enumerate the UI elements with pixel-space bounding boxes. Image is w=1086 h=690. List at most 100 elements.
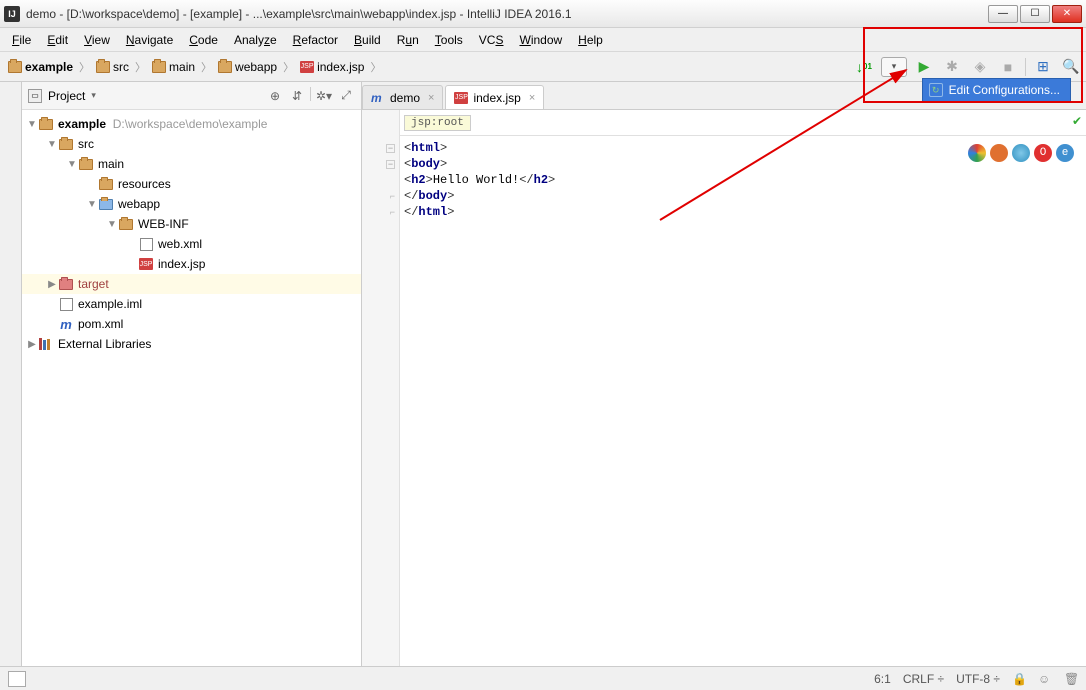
minimize-button[interactable]: — (988, 5, 1018, 23)
folder-icon (96, 61, 110, 73)
tree-node-target[interactable]: ▶target (22, 274, 361, 294)
close-tab-icon[interactable]: × (428, 92, 434, 104)
search-everywhere-icon[interactable]: 🔍 (1060, 56, 1082, 78)
tree-node-pomxml[interactable]: mpom.xml (22, 314, 361, 334)
left-tool-strip[interactable] (0, 82, 22, 666)
editor-body[interactable]: ✔ − − ⌐ ⌐ jsp:root <html> <body> <h2>Hel… (362, 110, 1086, 666)
tree-node-external-libraries[interactable]: ▶External Libraries (22, 334, 361, 354)
menu-build[interactable]: Build (348, 31, 387, 49)
scroll-to-source-icon[interactable]: ⊕ (266, 87, 284, 105)
debug-button[interactable]: ✱ (941, 56, 963, 78)
firefox-icon[interactable] (990, 144, 1008, 162)
module-folder-icon (39, 119, 53, 130)
safari-icon[interactable] (1012, 144, 1030, 162)
inspection-icon[interactable]: ☺ (1038, 672, 1052, 686)
window-title: demo - [D:\workspace\demo] - [example] -… (26, 7, 988, 21)
project-label: Project (48, 89, 85, 103)
caret-line-highlight (400, 236, 1086, 252)
edit-configurations-item[interactable]: ↻ Edit Configurations... (922, 78, 1071, 102)
window-controls: — ☐ ✕ (988, 5, 1082, 23)
tree-node-webxml[interactable]: web.xml (22, 234, 361, 254)
chevron-right-icon: 〉 (201, 59, 212, 75)
project-view-icon[interactable]: ▭ (28, 89, 42, 103)
lock-icon[interactable]: 🔒 (1012, 672, 1026, 686)
menu-window[interactable]: Window (513, 31, 568, 49)
work-area: ▭ Project ▾ ⊕ ⇵ ✲▾ ⤢ ▼example D:\workspa… (0, 82, 1086, 666)
breadcrumb-indexjsp[interactable]: JSPindex.jsp (296, 58, 368, 76)
xml-file-icon (140, 238, 153, 251)
run-button[interactable]: ▶ (913, 56, 935, 78)
tree-node-src[interactable]: ▼src (22, 134, 361, 154)
run-toolbar: ↓01 ▾ ▶ ✱ ◈ ■ ⊞ 🔍 (853, 56, 1082, 78)
jsp-file-icon: JSP (454, 92, 468, 104)
tree-node-resources[interactable]: resources (22, 174, 361, 194)
chrome-icon[interactable] (968, 144, 986, 162)
chevron-down-icon[interactable]: ▾ (91, 90, 96, 101)
make-project-icon[interactable]: ↓01 (853, 56, 875, 78)
editor-panel: mdemo× JSPindex.jsp× ✔ − − ⌐ ⌐ jsp:root … (362, 82, 1086, 666)
editor-code[interactable]: jsp:root <html> <body> <h2>Hello World!<… (400, 110, 1086, 666)
chevron-right-icon: 〉 (79, 59, 90, 75)
coverage-button[interactable]: ◈ (969, 56, 991, 78)
menu-navigate[interactable]: Navigate (120, 31, 179, 49)
status-position[interactable]: 6:1 (874, 672, 891, 686)
menu-file[interactable]: File (6, 31, 37, 49)
tree-node-main[interactable]: ▼main (22, 154, 361, 174)
tree-node-indexjsp[interactable]: JSPindex.jsp (22, 254, 361, 274)
menu-view[interactable]: View (78, 31, 116, 49)
tree-node-example[interactable]: ▼example D:\workspace\demo\example (22, 114, 361, 134)
edit-configurations-label: Edit Configurations... (949, 83, 1060, 97)
inspection-ok-icon[interactable]: ✔ (1072, 114, 1082, 128)
web-folder-icon (99, 199, 113, 210)
project-tree: ▼example D:\workspace\demo\example ▼src … (22, 110, 361, 666)
menu-help[interactable]: Help (572, 31, 609, 49)
tab-demo[interactable]: mdemo× (362, 85, 443, 109)
ie-icon[interactable]: e (1056, 144, 1074, 162)
app-icon: IJ (4, 6, 20, 22)
jsp-file-icon: JSP (300, 61, 314, 73)
menu-tools[interactable]: Tools (429, 31, 469, 49)
menu-bar: File Edit View Navigate Code Analyze Ref… (0, 28, 1086, 52)
folder-icon (59, 139, 73, 150)
breadcrumb-example[interactable]: example (4, 58, 77, 76)
folder-icon (8, 61, 22, 73)
tool-windows-toggle-icon[interactable] (8, 671, 26, 687)
status-encoding[interactable]: UTF-8 ÷ (956, 672, 1000, 686)
tree-node-webapp[interactable]: ▼webapp (22, 194, 361, 214)
breadcrumb-src[interactable]: src (92, 58, 133, 76)
menu-vcs[interactable]: VCS (473, 31, 510, 49)
maven-file-icon: m (59, 317, 73, 331)
fold-icon[interactable]: − (386, 160, 395, 169)
menu-analyze[interactable]: Analyze (228, 31, 283, 49)
status-bar: 6:1 CRLF ÷ UTF-8 ÷ 🔒 ☺ 🗑 (0, 666, 1086, 690)
tab-indexjsp[interactable]: JSPindex.jsp× (445, 85, 544, 109)
close-button[interactable]: ✕ (1052, 5, 1082, 23)
menu-code[interactable]: Code (183, 31, 224, 49)
tree-node-webinf[interactable]: ▼WEB-INF (22, 214, 361, 234)
hide-icon[interactable]: ⤢ (337, 87, 355, 105)
stop-button[interactable]: ■ (997, 56, 1019, 78)
collapse-all-icon[interactable]: ⇵ (288, 87, 306, 105)
run-config-dropdown[interactable]: ▾ (881, 57, 907, 77)
breadcrumb-webapp[interactable]: webapp (214, 58, 281, 76)
tree-node-exampleiml[interactable]: example.iml (22, 294, 361, 314)
status-line-separator[interactable]: CRLF ÷ (903, 672, 944, 686)
menu-run[interactable]: Run (391, 31, 425, 49)
chevron-right-icon: 〉 (370, 59, 381, 75)
project-header: ▭ Project ▾ ⊕ ⇵ ✲▾ ⤢ (22, 82, 361, 110)
browser-preview-icons: O e (968, 144, 1074, 162)
folder-icon (218, 61, 232, 73)
gear-icon[interactable]: ✲▾ (315, 87, 333, 105)
folder-icon (119, 219, 133, 230)
trash-icon[interactable]: 🗑 (1064, 672, 1078, 686)
code-breadcrumb: jsp:root (400, 110, 1086, 136)
breadcrumb-main[interactable]: main (148, 58, 199, 76)
opera-icon[interactable]: O (1034, 144, 1052, 162)
breadcrumb-chip[interactable]: jsp:root (404, 115, 471, 131)
fold-icon[interactable]: − (386, 144, 395, 153)
maximize-button[interactable]: ☐ (1020, 5, 1050, 23)
close-tab-icon[interactable]: × (529, 92, 535, 104)
menu-edit[interactable]: Edit (41, 31, 74, 49)
project-structure-icon[interactable]: ⊞ (1032, 56, 1054, 78)
menu-refactor[interactable]: Refactor (287, 31, 344, 49)
